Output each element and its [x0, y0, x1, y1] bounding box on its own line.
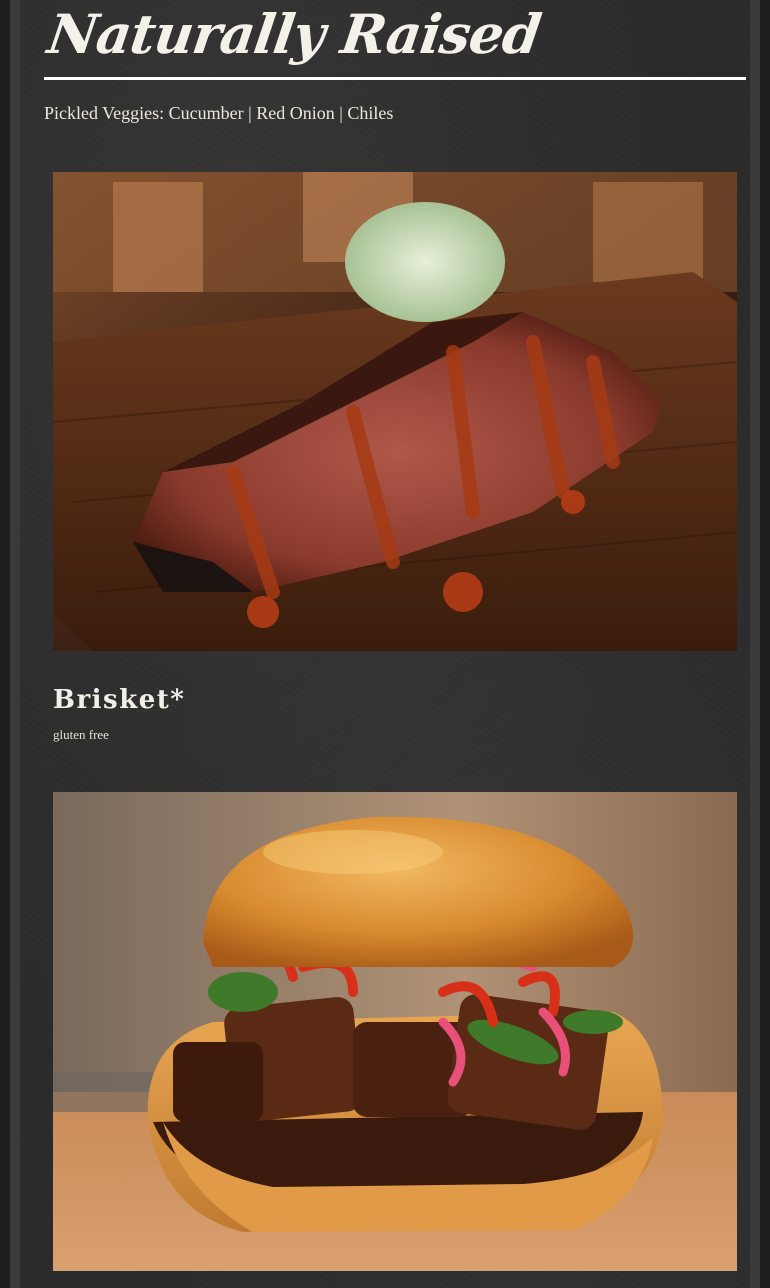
title-divider: [44, 77, 746, 80]
section-subtitle: Pickled Veggies: Cucumber | Red Onion | …: [44, 103, 394, 123]
right-border: [750, 0, 760, 1288]
chalkboard-background: Naturally Raised Pickled Veggies: Cucumb…: [10, 0, 760, 1288]
dietary-tag: gluten free: [53, 727, 109, 742]
left-border: [10, 0, 20, 1288]
item-name: Brisket*: [53, 685, 186, 715]
sandwich-photo[interactable]: [53, 792, 737, 1271]
section-title: Naturally Raised: [44, 2, 545, 66]
brisket-photo[interactable]: [53, 172, 737, 651]
